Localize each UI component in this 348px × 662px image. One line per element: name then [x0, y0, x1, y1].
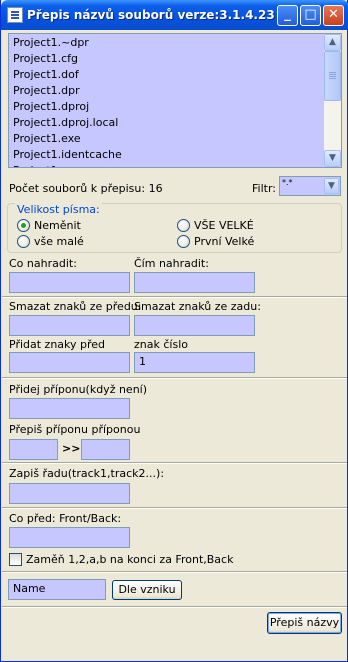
- rewrite-extension-label: Přepiš příponu příponou: [9, 423, 141, 436]
- chevron-down-icon[interactable]: ▼: [324, 178, 339, 194]
- char-number-input[interactable]: 1: [134, 352, 255, 373]
- scroll-thumb[interactable]: [324, 51, 341, 101]
- delete-front-input[interactable]: [9, 315, 130, 336]
- replace-suffix-label[interactable]: Zaměň 1,2,a,b na konci za Front,Back: [26, 553, 233, 566]
- maximize-button[interactable]: □: [300, 5, 321, 26]
- extension-from-input[interactable]: [9, 439, 58, 460]
- main-window: Přepis názvů souborů verze:3.1.4.23 _ □ …: [0, 0, 348, 662]
- replace-suffix-checkbox[interactable]: [9, 553, 22, 566]
- replace-with-input[interactable]: [134, 272, 255, 293]
- font-size-group-title: Velikost písma:: [15, 203, 102, 216]
- list-item[interactable]: Project1.dproj: [13, 99, 122, 115]
- filter-label: Filtr:: [252, 182, 276, 195]
- title-bar[interactable]: Přepis názvů souborů verze:3.1.4.23 _ □ …: [1, 0, 348, 30]
- separator: [2, 606, 347, 608]
- radio-uppercase-label[interactable]: VŠE VELKÉ: [194, 219, 254, 232]
- radio-uppercase[interactable]: [177, 219, 190, 232]
- list-item[interactable]: Project1.exe: [13, 131, 122, 147]
- add-chars-input[interactable]: [9, 352, 130, 373]
- list-item[interactable]: Project1.dof: [13, 67, 122, 83]
- list-item[interactable]: Project1.cfg: [13, 51, 122, 67]
- radio-unchanged-label[interactable]: Neměnit: [34, 219, 81, 232]
- extension-arrow: >>: [62, 442, 81, 455]
- sequence-input[interactable]: [9, 483, 130, 504]
- radio-lowercase-label[interactable]: vše malé: [34, 235, 84, 248]
- extension-to-input[interactable]: [81, 439, 130, 460]
- filter-combo[interactable]: *.* ▼: [279, 176, 341, 196]
- separator: [2, 462, 347, 464]
- sort-input[interactable]: Name: [8, 579, 106, 600]
- separator: [2, 296, 347, 298]
- front-back-label: Co před: Front/Back:: [9, 512, 122, 525]
- front-back-input[interactable]: [9, 527, 130, 548]
- close-button[interactable]: ✕: [323, 5, 344, 26]
- vertical-scrollbar[interactable]: ▲ ▼: [324, 34, 341, 167]
- file-listbox[interactable]: Project1.~dpr Project1.cfg Project1.dof Pro…: [8, 33, 342, 168]
- delete-front-label: Smazat znaků ze předu:: [9, 300, 142, 313]
- list-item[interactable]: Project1.res: [13, 163, 122, 167]
- radio-unchanged[interactable]: [17, 219, 30, 232]
- file-list: Project1.~dpr Project1.cfg Project1.dof Pro…: [13, 35, 122, 167]
- separator: [2, 377, 347, 379]
- add-extension-label: Přidej příponu(když není): [9, 383, 148, 396]
- window-title: Přepis názvů souborů verze:3.1.4.23: [27, 8, 275, 22]
- sequence-label: Zapiš řadu(track1,track2...):: [9, 467, 165, 480]
- file-count-label: Počet souborů k přepisu: 16: [9, 182, 163, 195]
- replace-what-input[interactable]: [9, 272, 130, 293]
- list-item[interactable]: Project1.~dpr: [13, 35, 122, 51]
- char-number-label: znak číslo: [134, 338, 188, 351]
- delete-back-input[interactable]: [134, 315, 255, 336]
- scroll-up-button[interactable]: ▲: [324, 34, 341, 51]
- scroll-down-button[interactable]: ▼: [324, 150, 341, 167]
- list-item[interactable]: Project1.dpr: [13, 83, 122, 99]
- list-item[interactable]: Project1.dproj.local: [13, 115, 122, 131]
- radio-capitalize-label[interactable]: První Velké: [194, 235, 254, 248]
- add-chars-label: Přidat znaky před: [9, 338, 106, 351]
- sort-by-creation-button[interactable]: Dle vzniku: [112, 580, 182, 600]
- add-extension-input[interactable]: [9, 398, 130, 419]
- replace-what-label: Co nahradit:: [9, 257, 77, 270]
- separator: [2, 507, 347, 509]
- rename-button[interactable]: Přepiš názvy: [267, 612, 342, 634]
- minimize-button[interactable]: _: [277, 5, 298, 26]
- app-icon[interactable]: [7, 7, 23, 23]
- radio-lowercase[interactable]: [17, 235, 30, 248]
- delete-back-label: Smazat znaků ze zadu:: [134, 300, 261, 313]
- replace-with-label: Čím nahradit:: [134, 257, 209, 270]
- filter-value: *.*: [282, 178, 293, 187]
- list-item[interactable]: Project1.identcache: [13, 147, 122, 163]
- separator: [2, 571, 347, 573]
- radio-capitalize[interactable]: [177, 235, 190, 248]
